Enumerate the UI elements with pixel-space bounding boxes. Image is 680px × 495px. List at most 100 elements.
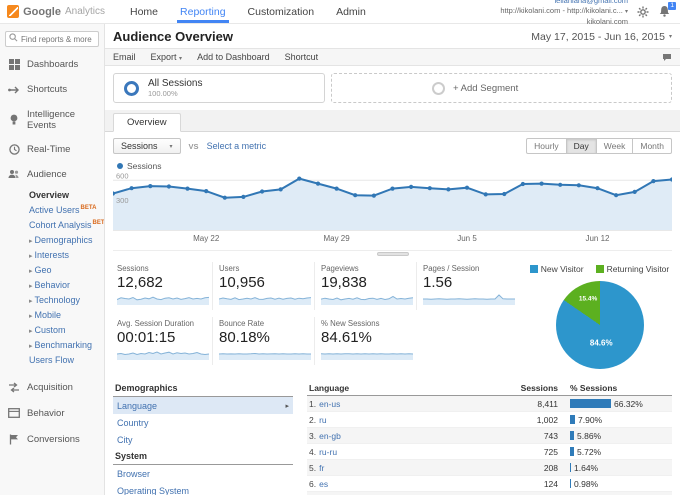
pie-legend-item: New Visitor <box>529 264 584 274</box>
expand-arrow-icon: ▸ <box>29 327 33 335</box>
column-header-sessions[interactable]: Sessions <box>502 380 560 395</box>
language-link[interactable]: ru <box>319 415 327 425</box>
sidebar-item-acquisition[interactable]: Acquisition <box>0 374 104 400</box>
pct-value: 7.90% <box>578 414 603 425</box>
select-metric-link[interactable]: Select a metric <box>207 141 267 151</box>
sidebar-item-label: Audience <box>27 169 67 180</box>
sidebar-item-mobile[interactable]: ▸ Mobile <box>29 307 104 322</box>
cell-sessions: 725 <box>543 446 558 457</box>
sidebar-item-overview[interactable]: Overview <box>29 187 104 202</box>
sidebar-item-label: Cohort Analysis <box>29 219 92 230</box>
date-range-selector[interactable]: May 17, 2015 - Jun 16, 2015 ▾ <box>531 31 672 43</box>
add-segment-button[interactable]: + Add Segment <box>331 73 672 103</box>
sidebar-item-conversions[interactable]: Conversions <box>0 426 104 452</box>
dimension-link-browser[interactable]: Browser <box>113 465 293 482</box>
granularity-month[interactable]: Month <box>633 138 672 154</box>
expand-arrow-icon: ▸ <box>29 312 33 320</box>
sidebar-item-intelligence-events[interactable]: Intelligence Events <box>0 102 104 137</box>
granularity-hourly[interactable]: Hourly <box>526 138 567 154</box>
granularity-day[interactable]: Day <box>566 138 597 154</box>
sessions-chart-block: Sessions 600 300 May 22 May 29 Jun 5 Jun 12 <box>105 160 680 257</box>
sidebar-item-technology[interactable]: ▸ Technology <box>29 292 104 307</box>
behavior-icon <box>8 407 20 419</box>
dimension-label: Operating System <box>117 485 190 495</box>
language-link[interactable]: ru-ru <box>319 447 337 457</box>
nav-item-admin[interactable]: Admin <box>325 0 377 23</box>
account-switcher[interactable]: leilaniana@gmail.com http://kikolani.com… <box>500 0 628 27</box>
logo-product: Analytics <box>64 6 105 17</box>
intelligence-icon <box>8 114 20 126</box>
sidebar-item-custom[interactable]: ▸ Custom <box>29 322 104 337</box>
row-rank: 1. <box>309 398 317 409</box>
sidebar-item-label: Dashboards <box>27 59 79 70</box>
language-link[interactable]: fr <box>319 463 324 473</box>
feedback-icon[interactable] <box>662 53 672 62</box>
row-rank: 4. <box>309 446 317 457</box>
tab-overview[interactable]: Overview <box>113 113 181 132</box>
sidebar-item-audience[interactable]: Audience <box>0 162 104 187</box>
search-input[interactable] <box>21 34 95 44</box>
acquisition-icon <box>8 381 20 393</box>
table-row: 6. es 124 0.98% <box>307 476 672 492</box>
overview-metrics-section: Sessions 12,682 Users 10,956 Pageviews 19,838… <box>105 257 680 372</box>
notifications-bell-icon[interactable]: 1 <box>658 2 676 18</box>
dimension-link-operating-system[interactable]: Operating System <box>113 482 293 495</box>
language-link[interactable]: en-us <box>319 399 340 409</box>
sessions-line-chart: 600 300 May 22 May 29 Jun 5 Jun 12 <box>110 171 675 243</box>
x-axis-tick: May 22 <box>193 234 220 243</box>
metric-card-bounce-rate: Bounce Rate 80.18% <box>215 317 315 365</box>
cell-sessions: 124 <box>543 478 558 489</box>
granularity-week[interactable]: Week <box>596 138 634 154</box>
selected-arrow-icon: ▸ <box>285 402 289 410</box>
metric-value: 12,682 <box>117 274 163 291</box>
segment-all-sessions[interactable]: All Sessions 100.00% <box>113 73 325 103</box>
nav-item-customization[interactable]: Customization <box>237 0 326 23</box>
column-header-language[interactable]: Language <box>307 380 502 395</box>
logo[interactable]: Google Analytics <box>0 0 105 23</box>
language-table: Language Sessions % Sessions 1. en-us 8,41… <box>307 380 672 495</box>
sidebar-item-benchmarking[interactable]: ▸ Benchmarking <box>29 337 104 352</box>
legend-swatch-icon <box>529 265 538 273</box>
x-axis-tick: May 29 <box>323 234 350 243</box>
chart-controls: Sessions ▾ VS Select a metric Hourly Day We… <box>105 132 680 160</box>
export-button[interactable]: Export ▾ <box>151 52 183 62</box>
settings-gear-icon[interactable] <box>637 6 649 18</box>
sidebar-item-geo[interactable]: ▸ Geo <box>29 262 104 277</box>
language-link[interactable]: es <box>319 479 328 489</box>
sidebar-item-behavior[interactable]: ▸ Behavior <box>29 277 104 292</box>
add-to-dashboard-button[interactable]: Add to Dashboard <box>197 52 270 62</box>
metric-card-sessions: Sessions 12,682 <box>113 262 213 310</box>
sidebar-item-label: Acquisition <box>27 381 73 393</box>
x-axis-tick: Jun 12 <box>585 234 610 243</box>
beta-badge: BETA <box>80 204 97 211</box>
metric-label: Pageviews <box>321 264 359 273</box>
dimension-link-country[interactable]: Country <box>113 414 293 431</box>
shortcut-button[interactable]: Shortcut <box>285 52 319 62</box>
pie-legend-label: New Visitor <box>540 264 584 274</box>
column-header-pct-sessions[interactable]: % Sessions <box>560 380 672 395</box>
sidebar-item-demographics[interactable]: ▸ Demographics <box>29 232 104 247</box>
sidebar-item-users-flow[interactable]: Users Flow <box>29 352 104 367</box>
sidebar-item-dashboards[interactable]: Dashboards <box>0 52 104 77</box>
email-button[interactable]: Email <box>113 52 136 62</box>
sidebar-item-active-users[interactable]: Active UsersBETA <box>29 202 104 217</box>
dimension-link-language[interactable]: Language ▸ <box>113 397 293 414</box>
dimension-link-city[interactable]: City <box>113 431 293 448</box>
pct-bar <box>570 399 611 408</box>
language-link[interactable]: en-gb <box>319 431 341 441</box>
sidebar-item-real-time[interactable]: Real-Time <box>0 137 104 162</box>
sidebar-main-nav: Dashboards Shortcuts Intelligence Events Re… <box>0 52 104 187</box>
nav-item-reporting[interactable]: Reporting <box>169 0 237 23</box>
table-header-row: Language Sessions % Sessions <box>307 380 672 396</box>
pct-value: 5.72% <box>577 446 602 457</box>
logo-brand: Google <box>23 5 61 18</box>
sidebar-item-cohort-analysis[interactable]: Cohort AnalysisBETA <box>29 217 104 232</box>
nav-item-home[interactable]: Home <box>119 0 169 23</box>
timeline-handle[interactable] <box>376 252 409 256</box>
metric-select[interactable]: Sessions ▾ <box>113 138 181 154</box>
sidebar-search[interactable] <box>5 31 99 47</box>
sidebar-item-shortcuts[interactable]: Shortcuts <box>0 77 104 102</box>
sidebar-item-interests[interactable]: ▸ Interests <box>29 247 104 262</box>
chevron-down-icon: ▾ <box>179 56 183 62</box>
sidebar-item-behavior[interactable]: Behavior <box>0 400 104 426</box>
